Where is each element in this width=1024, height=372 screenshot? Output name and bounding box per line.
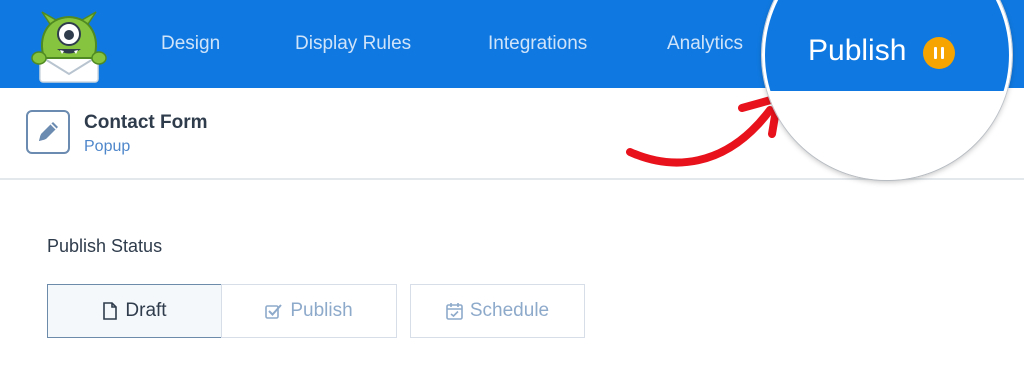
status-option-publish[interactable]: Publish [221, 284, 397, 338]
nav-display-rules[interactable]: Display Rules [295, 33, 411, 55]
annotation-arrow [626, 94, 782, 167]
calendar-icon [446, 303, 463, 320]
campaign-title: Contact Form [84, 112, 208, 133]
nav-integrations[interactable]: Integrations [488, 33, 587, 55]
checkbox-icon [265, 304, 283, 319]
status-option-draft[interactable]: Draft [47, 284, 222, 338]
status-option-publish-label: Publish [290, 300, 353, 321]
pencil-icon [39, 122, 58, 141]
status-option-schedule-label: Schedule [469, 300, 550, 321]
pause-icon[interactable] [923, 37, 955, 69]
publish-button[interactable]: Publish [808, 34, 906, 68]
status-option-schedule[interactable]: Schedule [410, 284, 585, 338]
publish-status-heading: Publish Status [47, 236, 163, 256]
edit-campaign-button[interactable] [26, 110, 70, 154]
nav-design[interactable]: Design [161, 33, 220, 55]
optinmonster-logo[interactable] [24, 8, 114, 86]
status-option-draft-label: Draft [125, 300, 167, 321]
campaign-type: Popup [84, 138, 131, 155]
nav-analytics[interactable]: Analytics [667, 33, 743, 55]
file-icon [103, 302, 118, 320]
